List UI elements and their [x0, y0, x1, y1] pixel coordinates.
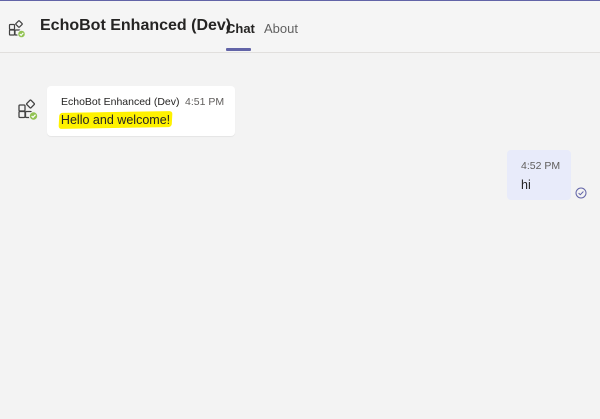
bot-message[interactable]: EchoBot Enhanced (Dev) 4:51 PM Hello and…: [47, 86, 235, 136]
bot-avatar-icon[interactable]: [17, 99, 39, 121]
app-bot-icon[interactable]: [8, 20, 26, 38]
tab-about[interactable]: About: [264, 21, 298, 36]
message-text-highlighted: Hello and welcome!: [58, 111, 173, 129]
message-timestamp: 4:51 PM: [185, 96, 225, 108]
message-text: Hello and welcome!: [60, 113, 171, 127]
active-tab-indicator: [226, 48, 251, 51]
message-timestamp: 4:52 PM: [521, 160, 561, 172]
app-title: EchoBot Enhanced (Dev): [40, 17, 232, 34]
message-sender: EchoBot Enhanced (Dev): [61, 96, 180, 108]
message-text: hi: [521, 178, 531, 192]
read-receipt-icon: [575, 187, 587, 199]
user-message[interactable]: 4:52 PM hi: [507, 150, 571, 200]
tab-chat[interactable]: Chat: [226, 21, 255, 36]
chat-header: EchoBot Enhanced (Dev) Chat About: [0, 1, 600, 53]
